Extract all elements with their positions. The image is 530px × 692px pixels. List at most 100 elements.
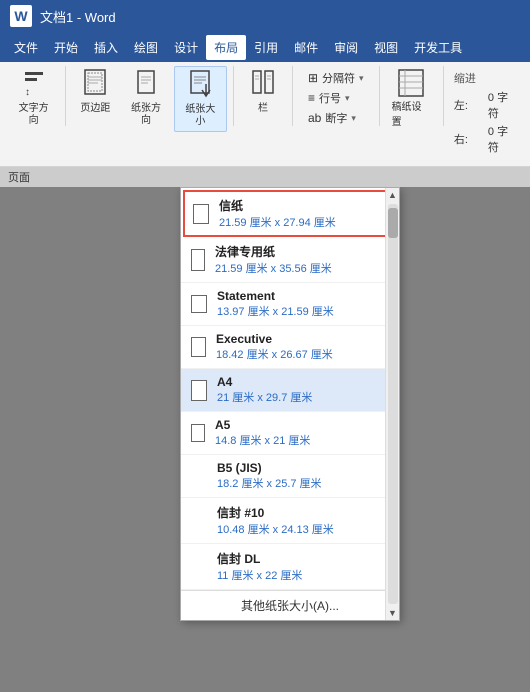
draft-paper-label: 稿纸设置 — [392, 98, 431, 128]
env10-item-text: 信封 #10 10.48 厘米 x 24.13 厘米 — [191, 504, 334, 537]
dropdown-item-executive[interactable]: Executive 18.42 厘米 x 26.67 厘米 — [181, 326, 399, 369]
env10-size: 10.48 厘米 x 24.13 厘米 — [217, 521, 334, 537]
separator-icon: ⊞ — [308, 71, 318, 85]
a5-paper-icon — [191, 424, 205, 442]
columns-label: 栏 — [258, 103, 268, 115]
orientation-label: 纸张方向 — [126, 103, 165, 127]
menu-file[interactable]: 文件 — [6, 35, 46, 60]
menu-layout[interactable]: 布局 — [206, 35, 246, 60]
scroll-up-button[interactable]: ▲ — [386, 188, 400, 202]
divider-1 — [65, 66, 66, 126]
line-numbers-chevron: ▾ — [345, 93, 350, 104]
window-title: 文档1 - Word — [40, 7, 116, 26]
dropdown-item-a5[interactable]: A5 14.8 厘米 x 21 厘米 — [181, 412, 399, 455]
dropdown-item-b5[interactable]: B5 (JIS) 18.2 厘米 x 25.7 厘米 — [181, 455, 399, 498]
ribbon-line-numbers[interactable]: ≡ 行号 ▾ — [303, 88, 369, 108]
envdl-name: 信封 DL — [217, 550, 302, 567]
legal-paper-icon — [191, 249, 205, 271]
menu-insert[interactable]: 插入 — [86, 35, 126, 60]
dropdown-item-legal[interactable]: 法律专用纸 21.59 厘米 x 35.56 厘米 — [181, 237, 399, 283]
divider-4 — [379, 66, 380, 126]
ribbon-columns[interactable]: 栏 — [240, 66, 286, 118]
divider-3 — [292, 66, 293, 126]
executive-paper-icon — [191, 337, 206, 357]
a4-name: A4 — [217, 375, 312, 389]
menu-design[interactable]: 设计 — [166, 35, 206, 60]
ribbon-draft-paper[interactable]: 稿纸设置 — [392, 68, 431, 128]
ribbon-text-direction[interactable]: ↕ 文字方向 — [8, 66, 59, 130]
menu-review[interactable]: 审阅 — [326, 35, 366, 60]
separator-label: 分隔符 — [322, 70, 355, 86]
ribbon-orientation[interactable]: 纸张方向 — [120, 66, 171, 130]
envdl-size: 11 厘米 x 22 厘米 — [217, 567, 302, 583]
a4-paper-icon — [191, 380, 207, 401]
columns-icon — [251, 69, 275, 101]
hyphenation-icon: ab — [308, 111, 321, 125]
letter-item-text: 信纸 21.59 厘米 x 27.94 厘米 — [219, 197, 336, 230]
menu-mailings[interactable]: 邮件 — [286, 35, 326, 60]
menu-home[interactable]: 开始 — [46, 35, 86, 60]
executive-name: Executive — [216, 332, 333, 346]
text-direction-label: 文字方向 — [14, 103, 53, 127]
b5-item-text: B5 (JIS) 18.2 厘米 x 25.7 厘米 — [191, 461, 322, 491]
orientation-icon — [134, 69, 158, 101]
ribbon-page-size[interactable]: 纸张大小 — [174, 66, 227, 132]
indent-left-value: 0 字符 — [488, 89, 518, 121]
menu-bar: 文件 开始 插入 绘图 设计 布局 引用 邮件 审阅 视图 开发工具 — [0, 32, 530, 62]
a5-name: A5 — [215, 418, 310, 432]
menu-developer[interactable]: 开发工具 — [406, 35, 470, 60]
indent-right-value: 0 字符 — [488, 123, 518, 155]
indent-left-label: 左: — [454, 97, 484, 113]
separator-chevron: ▾ — [359, 73, 364, 84]
scroll-thumb[interactable] — [388, 208, 398, 238]
page-size-label: 纸张大小 — [181, 104, 220, 128]
statement-name: Statement — [217, 289, 334, 303]
menu-references[interactable]: 引用 — [246, 35, 286, 60]
word-app-icon: W — [10, 5, 32, 27]
ribbon-separator[interactable]: ⊞ 分隔符 ▾ — [303, 68, 369, 88]
document-area: 信纸 21.59 厘米 x 27.94 厘米 法律专用纸 21.59 厘米 x … — [0, 187, 530, 692]
executive-size: 18.42 厘米 x 26.67 厘米 — [216, 346, 333, 362]
ribbon-margins[interactable]: 页边距 — [72, 66, 118, 118]
dropdown-item-env10[interactable]: 信封 #10 10.48 厘米 x 24.13 厘米 — [181, 498, 399, 544]
letter-paper-icon — [193, 204, 209, 224]
dropdown-item-letter[interactable]: 信纸 21.59 厘米 x 27.94 厘米 — [183, 190, 397, 237]
indent-section: 缩进 左: 0 字符 右: 0 字符 — [450, 66, 522, 160]
statement-item-text: Statement 13.97 厘米 x 21.59 厘米 — [217, 289, 334, 319]
envdl-item-text: 信封 DL 11 厘米 x 22 厘米 — [191, 550, 302, 583]
dropdown-item-statement[interactable]: Statement 13.97 厘米 x 21.59 厘米 — [181, 283, 399, 326]
dropdown-scrollbar[interactable]: ▲ ▼ — [385, 188, 399, 620]
divider-5 — [443, 66, 444, 126]
a5-size: 14.8 厘米 x 21 厘米 — [215, 432, 310, 448]
dropdown-item-a4[interactable]: A4 21 厘米 x 29.7 厘米 — [181, 369, 399, 412]
hyphenation-label: 断字 — [325, 110, 347, 126]
ribbon: ↕ 文字方向 页边距 — [0, 62, 530, 167]
statement-paper-icon — [191, 295, 207, 313]
dropdown-item-envdl[interactable]: 信封 DL 11 厘米 x 22 厘米 — [181, 544, 399, 590]
menu-draw[interactable]: 绘图 — [126, 35, 166, 60]
ribbon-hyphenation[interactable]: ab 断字 ▾ — [303, 108, 369, 128]
menu-view[interactable]: 视图 — [366, 35, 406, 60]
b5-name: B5 (JIS) — [217, 461, 322, 475]
legal-item-text: 法律专用纸 21.59 厘米 x 35.56 厘米 — [215, 243, 332, 276]
paper-size-dropdown: 信纸 21.59 厘米 x 27.94 厘米 法律专用纸 21.59 厘米 x … — [180, 187, 400, 621]
divider-2 — [233, 66, 234, 126]
letter-name: 信纸 — [219, 197, 336, 214]
dropdown-footer[interactable]: 其他纸张大小(A)... — [181, 590, 399, 620]
line-numbers-label: 行号 — [319, 90, 341, 106]
page-size-icon — [188, 70, 212, 102]
b5-size: 18.2 厘米 x 25.7 厘米 — [217, 475, 322, 491]
statement-size: 13.97 厘米 x 21.59 厘米 — [217, 303, 334, 319]
text-direction-icon: ↕ — [22, 69, 46, 101]
legal-size: 21.59 厘米 x 35.56 厘米 — [215, 260, 332, 276]
letter-size: 21.59 厘米 x 27.94 厘米 — [219, 214, 336, 230]
svg-text:↕: ↕ — [25, 87, 30, 97]
a5-item-text: A5 14.8 厘米 x 21 厘米 — [215, 418, 310, 448]
margins-icon — [83, 69, 107, 101]
scroll-down-button[interactable]: ▼ — [386, 606, 400, 620]
executive-item-text: Executive 18.42 厘米 x 26.67 厘米 — [216, 332, 333, 362]
margins-label: 页边距 — [80, 103, 110, 115]
scroll-track — [388, 204, 398, 604]
a4-size: 21 厘米 x 29.7 厘米 — [217, 389, 312, 405]
draft-paper-icon — [397, 68, 425, 98]
